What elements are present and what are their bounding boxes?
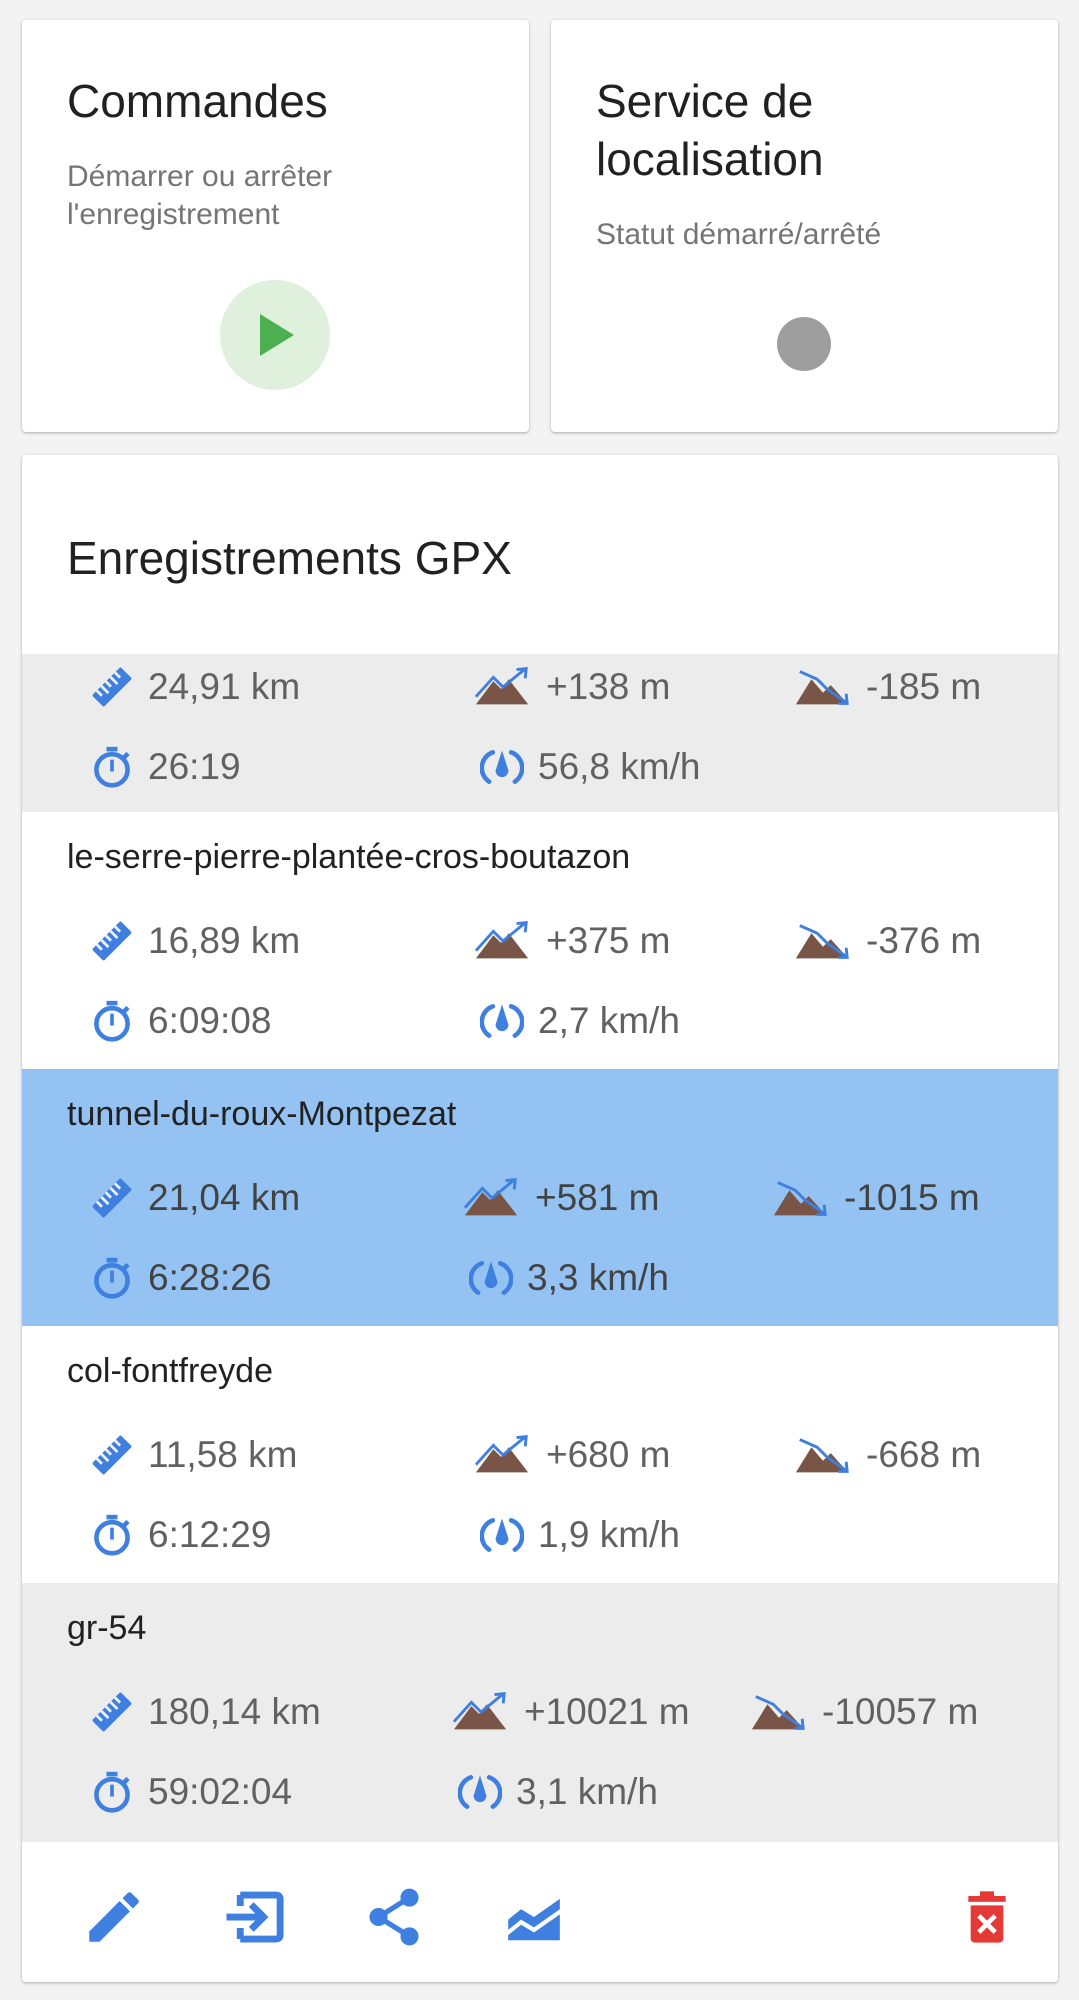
track-row[interactable]: col-fontfreyde 11,58 km +680 m -668 m 6:…: [22, 1326, 1058, 1583]
speed-icon: [480, 745, 524, 789]
gpx-recordings-card: Enregistrements GPX 24,91 km +138 m -185…: [22, 455, 1058, 1982]
share-icon: [369, 1888, 419, 1946]
speed-icon: [469, 1256, 513, 1300]
commands-card: Commandes Démarrer ou arrêter l'enregist…: [22, 20, 529, 432]
track-ascent: +581 m: [463, 1173, 659, 1223]
timer-icon: [90, 1513, 134, 1557]
ruler-icon: [90, 1176, 134, 1220]
timer-icon: [90, 999, 134, 1043]
track-distance: 16,89 km: [90, 916, 300, 966]
share-button[interactable]: [359, 1882, 429, 1952]
track-toolbar: [22, 1842, 1058, 1982]
track-row[interactable]: le-serre-pierre-plantée-cros-boutazon 16…: [22, 812, 1058, 1069]
track-ascent: +680 m: [474, 1430, 670, 1480]
track-duration: 26:19: [90, 742, 241, 792]
speed-icon: [458, 1770, 502, 1814]
ascent-icon: [463, 1178, 521, 1218]
chart-button[interactable]: [499, 1882, 569, 1952]
track-descent: -10057 m: [750, 1687, 978, 1737]
track-ascent: +375 m: [474, 916, 670, 966]
ruler-icon: [90, 1690, 134, 1734]
track-name: col-fontfreyde: [67, 1352, 273, 1390]
ascent-icon: [452, 1692, 510, 1732]
edit-button[interactable]: [79, 1882, 149, 1952]
track-descent: -185 m: [794, 662, 981, 712]
track-duration: 6:09:08: [90, 996, 271, 1046]
track-row[interactable]: 24,91 km +138 m -185 m 26:19 56,8 km/h: [22, 654, 1058, 812]
track-distance: 11,58 km: [90, 1430, 297, 1480]
track-distance: 24,91 km: [90, 662, 300, 712]
ruler-icon: [90, 919, 134, 963]
commands-title: Commandes: [67, 75, 328, 127]
status-dot-icon: [777, 317, 831, 371]
chart-icon: [508, 1898, 560, 1941]
track-descent: -376 m: [794, 916, 981, 966]
track-speed: 3,3 km/h: [469, 1253, 669, 1303]
record-start-button[interactable]: [220, 280, 330, 390]
descent-icon: [794, 1435, 852, 1475]
timer-icon: [90, 1256, 134, 1300]
track-name: tunnel-du-roux-Montpezat: [67, 1095, 457, 1133]
commands-subtitle-line1: Démarrer ou arrêter: [67, 160, 333, 193]
timer-icon: [90, 1770, 134, 1814]
speed-icon: [480, 999, 524, 1043]
track-duration: 6:12:29: [90, 1510, 271, 1560]
import-icon: [226, 1891, 284, 1943]
track-ascent: +10021 m: [452, 1687, 690, 1737]
location-title-line1: Service de: [596, 75, 814, 127]
track-speed: 2,7 km/h: [480, 996, 680, 1046]
commands-subtitle-line2: l'enregistrement: [67, 198, 280, 231]
timer-icon: [90, 745, 134, 789]
track-distance: 180,14 km: [90, 1687, 321, 1737]
ascent-icon: [474, 667, 532, 707]
descent-icon: [794, 921, 852, 961]
pencil-icon: [89, 1892, 139, 1942]
track-row[interactable]: gr-54 180,14 km +10021 m -10057 m 59:02:…: [22, 1583, 1058, 1842]
location-subtitle: Statut démarré/arrêté: [596, 218, 882, 251]
track-duration: 6:28:26: [90, 1253, 271, 1303]
location-service-card: Service de localisation Statut démarré/a…: [551, 20, 1058, 432]
import-button[interactable]: [219, 1882, 289, 1952]
track-descent: -668 m: [794, 1430, 981, 1480]
track-distance: 21,04 km: [90, 1173, 300, 1223]
track-speed: 56,8 km/h: [480, 742, 700, 792]
play-icon: [260, 314, 294, 356]
descent-icon: [794, 667, 852, 707]
track-duration: 59:02:04: [90, 1767, 292, 1817]
gpx-title: Enregistrements GPX: [67, 532, 512, 584]
speed-icon: [480, 1513, 524, 1557]
track-ascent: +138 m: [474, 662, 670, 712]
ruler-icon: [90, 665, 134, 709]
track-descent: -1015 m: [772, 1173, 980, 1223]
track-name: le-serre-pierre-plantée-cros-boutazon: [67, 838, 631, 876]
track-row-selected[interactable]: tunnel-du-roux-Montpezat 21,04 km +581 m…: [22, 1069, 1058, 1326]
ascent-icon: [474, 921, 532, 961]
descent-icon: [750, 1692, 808, 1732]
descent-icon: [772, 1178, 830, 1218]
delete-button[interactable]: [952, 1882, 1022, 1952]
delete-icon: [968, 1891, 1006, 1943]
track-speed: 1,9 km/h: [480, 1510, 680, 1560]
track-name: gr-54: [67, 1609, 147, 1647]
location-title-line2: localisation: [596, 133, 824, 185]
ascent-icon: [474, 1435, 532, 1475]
track-speed: 3,1 km/h: [458, 1767, 658, 1817]
ruler-icon: [90, 1433, 134, 1477]
